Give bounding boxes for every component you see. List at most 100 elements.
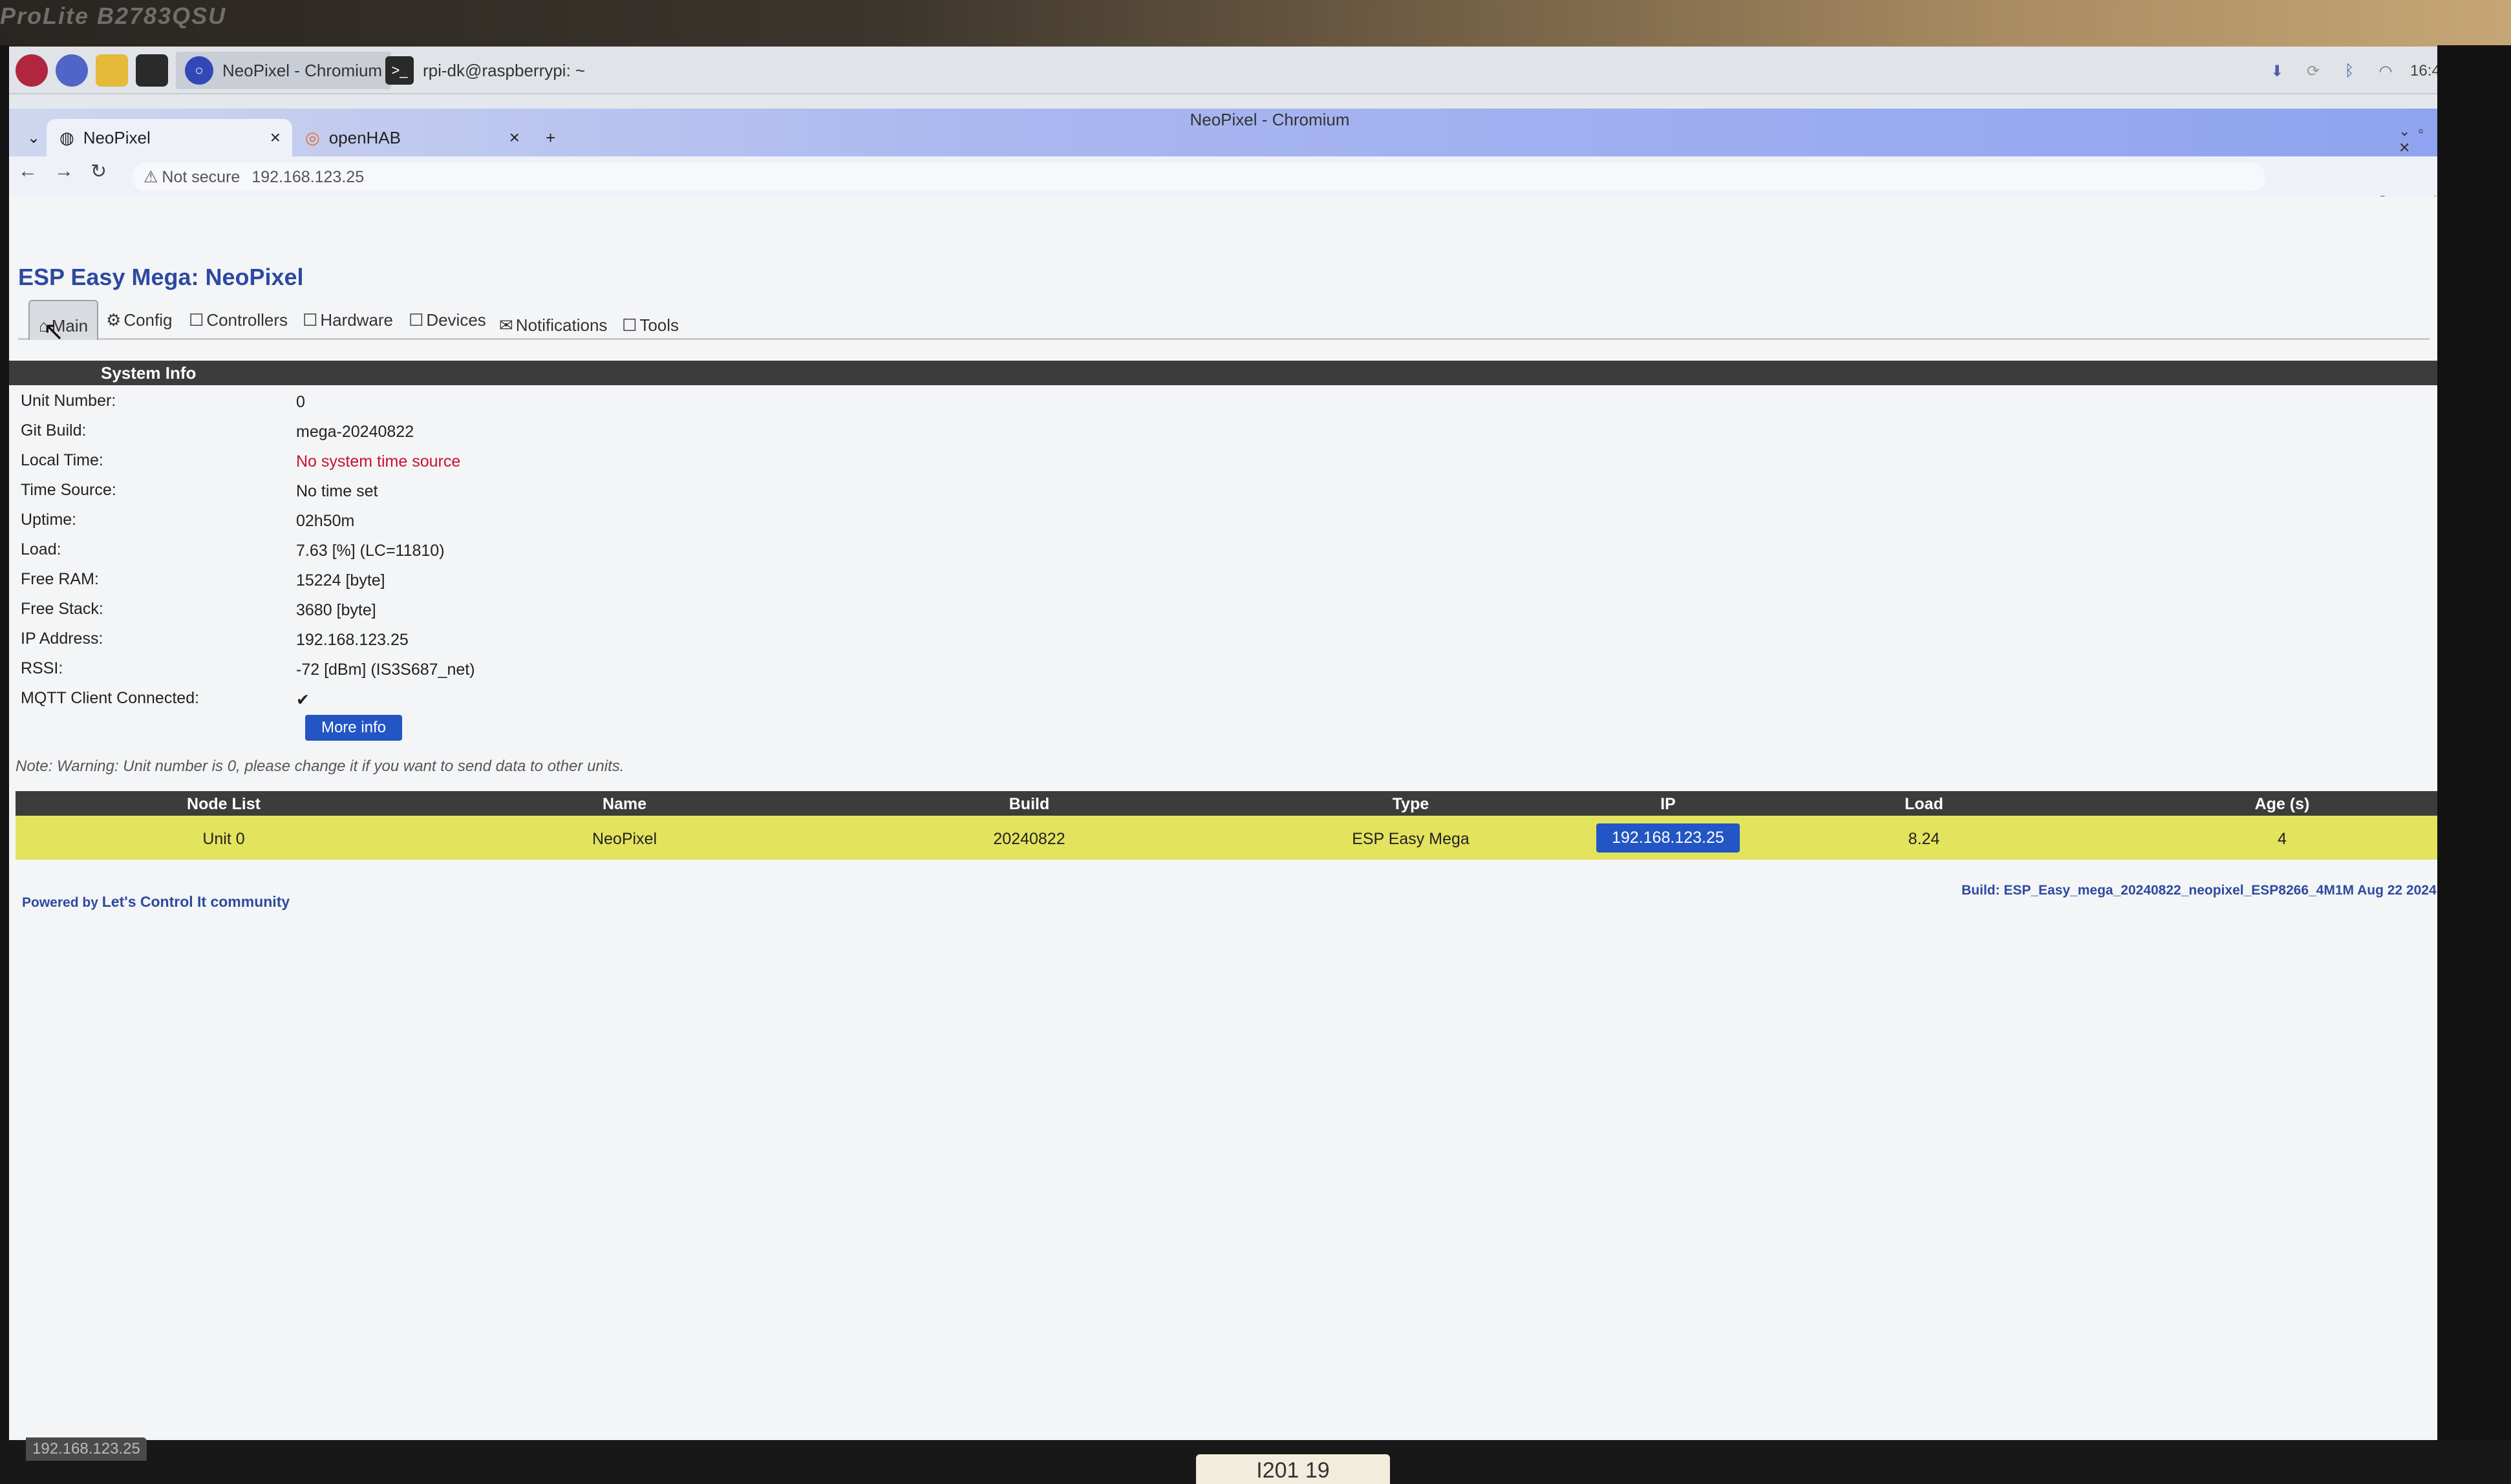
page-title: ESP Easy Mega: NeoPixel: [18, 264, 304, 290]
monitor-brand-label: ProLite B2783QSU: [0, 3, 227, 29]
tools-icon: ☐: [622, 315, 637, 335]
window-controls: ⌄ ▫ ✕: [2399, 123, 2437, 156]
node-build-cell: 20240822: [993, 830, 1065, 848]
checkmark-icon: ✔: [296, 691, 310, 709]
menu-hardware[interactable]: ☐ Hardware: [303, 310, 393, 330]
minimize-icon[interactable]: ⌄: [2399, 123, 2410, 139]
monitor-sticker: I201 19: [1196, 1454, 1390, 1484]
table-row: Unit 0 NeoPixel 20240822 ESP Easy Mega 1…: [16, 816, 2437, 860]
node-age-cell: 4: [2278, 830, 2287, 848]
update-icon[interactable]: ⬇: [2265, 59, 2289, 83]
node-name-cell: NeoPixel: [592, 830, 657, 848]
info-value: 192.168.123.25: [296, 631, 409, 649]
close-icon[interactable]: ✕: [2399, 140, 2410, 156]
info-row-free-ram: Free RAM: 15224 [byte]: [13, 566, 2431, 595]
controllers-icon: ☐: [189, 310, 204, 330]
taskbar-app-chromium[interactable]: ○ NeoPixel - Chromium: [176, 52, 392, 89]
gear-icon: ⚙: [106, 310, 122, 330]
maximize-icon[interactable]: ▫: [2419, 123, 2424, 139]
info-value: 7.63 [%] (LC=11810): [296, 542, 445, 560]
unit-number-warning-note: Note: Warning: Unit number is 0, please …: [16, 758, 625, 775]
menu-controllers[interactable]: ☐ Controllers: [189, 310, 288, 330]
status-url-tooltip: 192.168.123.25: [26, 1437, 147, 1461]
info-row-ip-address: IP Address: 192.168.123.25: [13, 626, 2431, 654]
back-icon[interactable]: ←: [18, 160, 37, 182]
os-taskbar: ○ NeoPixel - Chromium >_ rpi-dk@raspberr…: [9, 47, 2437, 94]
community-link[interactable]: Let's Control It community: [102, 893, 290, 910]
terminal-icon: >_: [385, 56, 414, 85]
main-menu: ⌂ Main ⚙ Config ☐ Controllers ☐ Hardware…: [18, 300, 2430, 340]
info-value: 0: [296, 393, 305, 411]
column-header: Age (s): [2254, 795, 2310, 813]
powered-by: Powered by Let's Control It community: [22, 893, 290, 911]
monitor-bezel-left: [0, 45, 9, 1484]
terminal-icon[interactable]: [136, 54, 168, 87]
info-value: mega-20240822: [296, 423, 414, 441]
info-row-time-source: Time Source: No time set: [13, 477, 2431, 505]
info-row-uptime: Uptime: 02h50m: [13, 507, 2431, 535]
node-ip-button[interactable]: 192.168.123.25: [1596, 823, 1740, 853]
forward-icon[interactable]: →: [54, 160, 74, 182]
page-content: ESP Easy Mega: NeoPixel ⌂ Main ⚙ Config …: [9, 196, 2437, 1440]
security-indicator[interactable]: ⚠ Not secure: [144, 167, 240, 187]
info-row-rssi: RSSI: -72 [dBm] (IS3S687_net): [13, 655, 2431, 684]
hardware-icon: ☐: [303, 310, 318, 330]
tab-label: openHAB: [328, 127, 401, 147]
url-text: 192.168.123.25: [251, 167, 365, 186]
menu-devices[interactable]: ☐ Devices: [409, 310, 486, 330]
info-label: Uptime:: [21, 511, 77, 529]
info-label: RSSI:: [21, 659, 63, 677]
node-list-header: Node List Name Build Type IP Load Age (s…: [16, 791, 2437, 816]
close-icon[interactable]: ×: [270, 127, 281, 148]
powered-by-prefix: Powered by: [22, 895, 98, 910]
system-tray: ⬇ ⟳ ᛒ ◠ 16:46: [2265, 58, 2437, 84]
column-header: Type: [1392, 795, 1429, 813]
menu-notifications[interactable]: ✉ Notifications: [499, 315, 607, 335]
info-label: Free Stack:: [21, 600, 103, 618]
new-tab-button[interactable]: +: [533, 119, 568, 156]
menu-label: Devices: [426, 310, 486, 330]
node-unit-cell: Unit 0: [202, 830, 245, 848]
sync-icon[interactable]: ⟳: [2302, 59, 2325, 83]
raspberry-menu-icon[interactable]: [16, 54, 48, 87]
reload-icon[interactable]: ↻: [91, 160, 107, 183]
info-row-local-time: Local Time: No system time source: [13, 447, 2431, 476]
close-icon[interactable]: ×: [509, 127, 520, 148]
taskbar-app-terminal[interactable]: >_ rpi-dk@raspberrypi: ~: [376, 52, 594, 89]
node-type-cell: ESP Easy Mega: [1352, 830, 1469, 848]
node-load-cell: 8.24: [1908, 830, 1940, 848]
bluetooth-icon[interactable]: ᛒ: [2338, 59, 2361, 83]
folder-icon[interactable]: [96, 54, 128, 87]
chromium-icon: ○: [185, 56, 213, 85]
info-label: Local Time:: [21, 451, 103, 469]
info-value: -72 [dBm] (IS3S687_net): [296, 661, 475, 679]
clock: 16:46: [2410, 62, 2437, 80]
tab-openhab[interactable]: ◎ openHAB ×: [292, 119, 531, 156]
info-label: MQTT Client Connected:: [21, 689, 200, 707]
monitor-bezel-right: [2437, 45, 2511, 1484]
info-label: Time Source:: [21, 481, 116, 499]
info-row-git-build: Git Build: mega-20240822: [13, 418, 2431, 446]
globe-icon[interactable]: [56, 54, 88, 87]
taskbar-app-label: rpi-dk@raspberrypi: ~: [423, 60, 586, 80]
screen: ○ NeoPixel - Chromium >_ rpi-dk@raspberr…: [9, 47, 2437, 1440]
info-row-mqtt: MQTT Client Connected: ✔: [13, 685, 2431, 714]
info-value: 15224 [byte]: [296, 571, 385, 589]
taskbar-app-label: NeoPixel - Chromium: [222, 60, 383, 80]
info-value-warning: No system time source: [296, 452, 461, 471]
column-header: Build: [1009, 795, 1050, 813]
wifi-icon[interactable]: ◠: [2374, 59, 2397, 83]
envelope-icon: ✉: [499, 315, 513, 335]
more-info-button[interactable]: More info: [305, 715, 402, 741]
menu-tools[interactable]: ☐ Tools: [622, 315, 679, 335]
info-row-load: Load: 7.63 [%] (LC=11810): [13, 536, 2431, 565]
info-label: Unit Number:: [21, 392, 116, 410]
globe-icon: ◍: [59, 127, 74, 147]
tab-search-button[interactable]: ⌄: [14, 119, 40, 156]
menu-config[interactable]: ⚙ Config: [106, 310, 172, 330]
system-info-header: System Info: [9, 361, 2437, 385]
tab-neopixel[interactable]: ◍ NeoPixel ×: [47, 119, 292, 156]
address-bar[interactable]: ⚠ Not secure 192.168.123.25: [132, 163, 2265, 191]
column-header: Name: [602, 795, 647, 813]
info-row-free-stack: Free Stack: 3680 [byte]: [13, 596, 2431, 624]
